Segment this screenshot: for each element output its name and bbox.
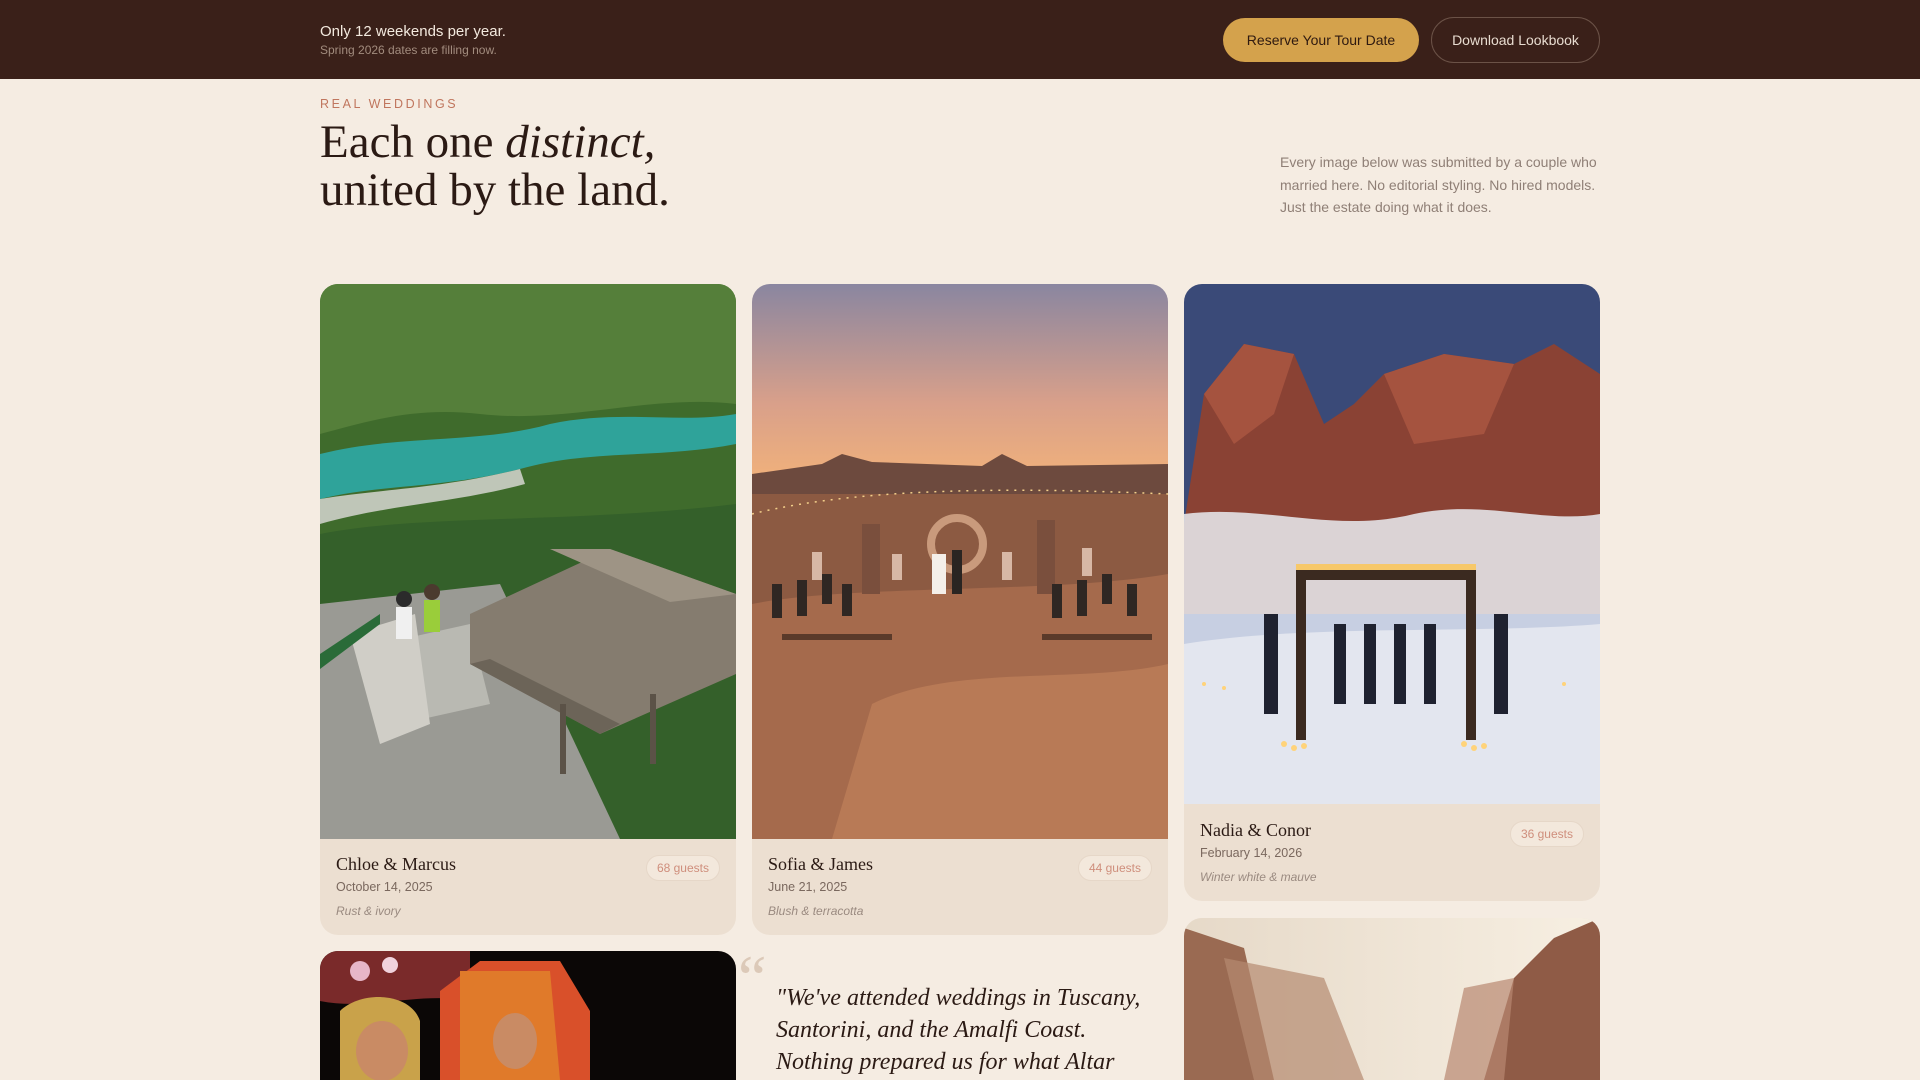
announcement-banner: Only 12 weekends per year. Spring 2026 d… bbox=[0, 0, 1920, 79]
headline-part2: united by the land. bbox=[320, 164, 670, 216]
download-lookbook-button[interactable]: Download Lookbook bbox=[1431, 17, 1600, 63]
wedding-photo bbox=[752, 284, 1168, 839]
page-title: Each one distinct, united by the land. bbox=[320, 118, 670, 214]
wedding-date: June 21, 2025 bbox=[768, 880, 848, 894]
wedding-card[interactable] bbox=[1184, 918, 1600, 1080]
color-palette: Rust & ivory bbox=[336, 904, 401, 918]
banner-subtitle: Spring 2026 dates are filling now. bbox=[320, 43, 497, 57]
couple-name: Chloe & Marcus bbox=[336, 854, 456, 874]
guest-count-badge: 36 guests bbox=[1509, 821, 1584, 847]
wedding-photo bbox=[1184, 284, 1600, 804]
wedding-card[interactable]: Sofia & James June 21, 2025 Blush & terr… bbox=[752, 284, 1168, 935]
couple-name: Nadia & Conor bbox=[1200, 820, 1311, 840]
guest-count-badge: 44 guests bbox=[1077, 855, 1152, 881]
wedding-date: February 14, 2026 bbox=[1200, 846, 1303, 860]
guest-count-badge: 68 guests bbox=[645, 855, 720, 881]
reserve-tour-button[interactable]: Reserve Your Tour Date bbox=[1223, 18, 1419, 62]
wedding-card[interactable]: Chloe & Marcus October 14, 2025 Rust & i… bbox=[320, 284, 736, 935]
wedding-photo bbox=[320, 284, 736, 839]
testimonial-quote: "We've attended weddings in Tuscany, San… bbox=[776, 985, 1141, 1075]
color-palette: Blush & terracotta bbox=[768, 904, 864, 918]
couple-name: Sofia & James bbox=[768, 854, 873, 874]
headline-emphasis: distinct, bbox=[505, 116, 656, 168]
color-palette: Winter white & mauve bbox=[1200, 870, 1317, 884]
wedding-date: October 14, 2025 bbox=[336, 880, 433, 894]
section-intro: Every image below was submitted by a cou… bbox=[1280, 154, 1597, 215]
wedding-photo bbox=[320, 951, 736, 1080]
wedding-photo bbox=[1184, 918, 1600, 1080]
headline-part1: Each one bbox=[320, 116, 506, 168]
quote-mark-icon: “ bbox=[738, 942, 767, 1013]
wedding-card[interactable] bbox=[320, 951, 736, 1080]
banner-text: Only 12 weekends per year. Spring 2026 d… bbox=[320, 23, 506, 58]
section-eyebrow: REAL WEDDINGS bbox=[320, 97, 459, 111]
banner-title: Only 12 weekends per year. bbox=[320, 23, 506, 40]
wedding-card[interactable]: Nadia & Conor February 14, 2026 Winter w… bbox=[1184, 284, 1600, 901]
